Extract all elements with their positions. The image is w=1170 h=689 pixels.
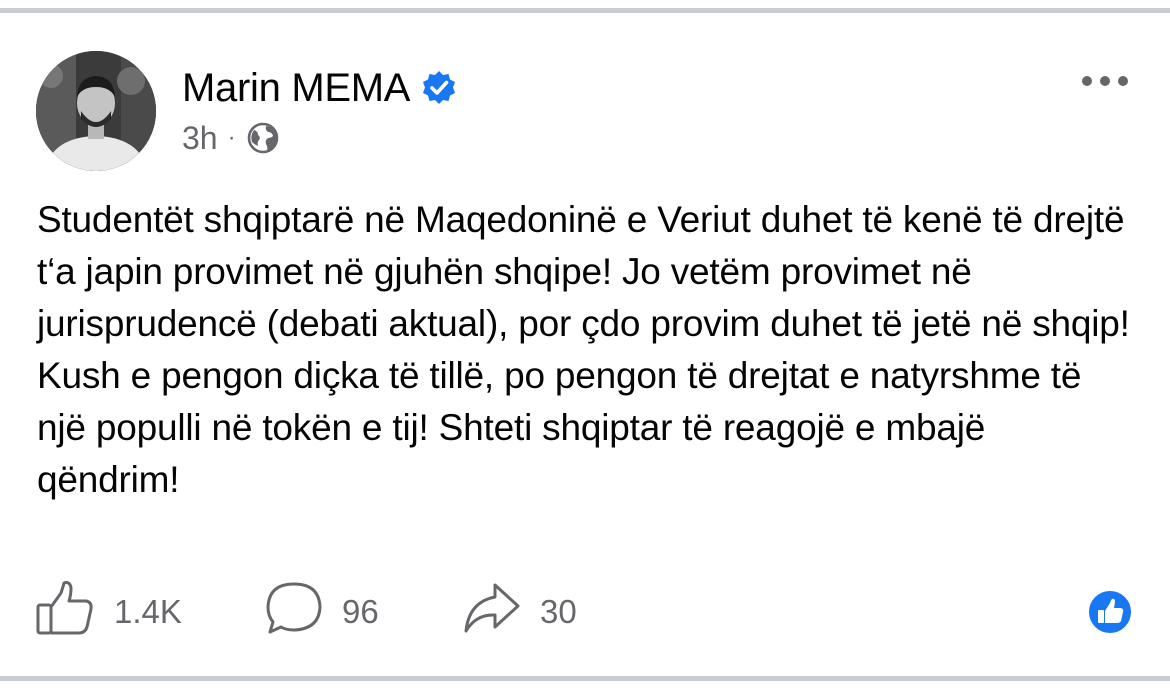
author-row: Marin MEMA [182,62,458,114]
comment-bubble-icon [264,579,324,645]
comment-count: 96 [342,593,379,630]
comment-button[interactable]: 96 [264,580,379,644]
thumbs-up-icon [34,579,96,645]
like-reaction-icon[interactable] [1086,588,1134,636]
verified-badge-icon [420,69,458,107]
share-count: 30 [540,593,577,630]
post-time[interactable]: 3h [182,120,218,157]
like-button[interactable]: 1.4K [34,580,182,644]
post-card: Marin MEMA 3h · Studentët shqiptarë në M… [0,0,1170,689]
like-count: 1.4K [114,593,182,630]
more-options-icon[interactable] [1078,66,1132,96]
share-arrow-icon [462,579,522,645]
avatar[interactable] [36,51,156,171]
globe-icon[interactable] [246,121,280,155]
post-meta: 3h · [182,117,280,159]
action-bar: 1.4K 96 30 [0,580,1170,644]
meta-separator: · [227,124,236,151]
author-name[interactable]: Marin MEMA [182,66,410,111]
share-button[interactable]: 30 [462,580,577,644]
bottom-divider [0,676,1170,681]
post-text: Studentët shqiptarë në Maqedoninë e Veri… [37,199,1130,500]
top-divider [0,8,1170,13]
